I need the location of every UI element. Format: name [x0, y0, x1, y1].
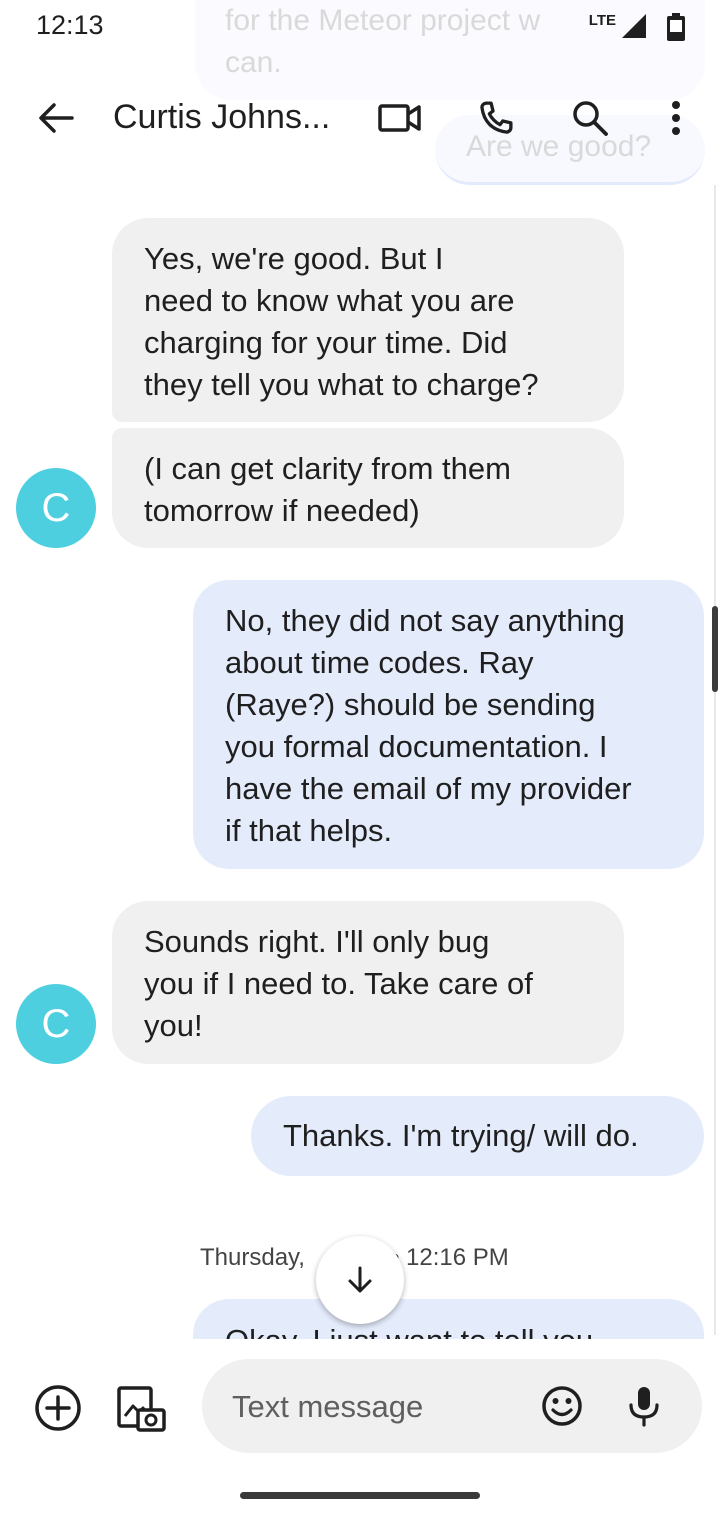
message-line: if that helps.	[225, 813, 393, 848]
add-circle-icon	[35, 1385, 81, 1431]
message-line: charging for your time. Did	[144, 325, 508, 360]
contact-name[interactable]: Curtis Johns...	[113, 98, 330, 137]
message-line: No, they did not say anything	[225, 603, 625, 638]
sent-message-bubble[interactable]: No, they did not say anything about time…	[193, 580, 704, 869]
message-line: have the email of my provider	[225, 771, 632, 806]
back-button[interactable]	[34, 96, 78, 140]
received-message-bubble[interactable]: Yes, we're good. But I need to know what…	[112, 218, 624, 422]
message-line: tomorrow if needed)	[144, 493, 420, 528]
received-message-bubble[interactable]: (I can get clarity from them tomorrow if…	[112, 428, 624, 548]
gallery-camera-icon	[117, 1386, 166, 1432]
message-line: Thanks. I'm trying/ will do.	[283, 1118, 639, 1153]
more-vert-icon	[672, 101, 680, 135]
voice-input-button[interactable]	[622, 1384, 666, 1428]
home-indicator[interactable]	[240, 1492, 480, 1499]
message-line: need to know what you are	[144, 283, 515, 318]
status-icons: LTE	[589, 12, 686, 42]
status-bar: 12:13 LTE	[0, 0, 720, 56]
scrollbar-track	[714, 185, 716, 1335]
message-line: about time codes. Ray	[225, 645, 534, 680]
signal-icon	[622, 14, 646, 38]
video-call-button[interactable]	[376, 94, 424, 142]
contact-avatar[interactable]: C	[16, 468, 96, 548]
received-message-bubble[interactable]: Sounds right. I'll only bug you if I nee…	[112, 901, 624, 1064]
message-input[interactable]: Text message	[202, 1359, 702, 1453]
contact-avatar[interactable]: C	[16, 984, 96, 1064]
avatar-letter: C	[41, 1001, 71, 1046]
message-line: you formal documentation. I	[225, 729, 608, 764]
battery-icon	[667, 13, 685, 41]
date-separator-day: Thursday,	[200, 1244, 305, 1271]
more-options-button[interactable]	[652, 94, 700, 142]
message-line: you!	[144, 1008, 203, 1043]
search-icon	[573, 101, 608, 136]
back-arrow-icon	[39, 103, 74, 133]
scroll-to-bottom-button[interactable]	[316, 1236, 404, 1324]
emoji-icon	[542, 1386, 582, 1426]
message-input-placeholder: Text message	[232, 1389, 424, 1424]
date-separator-time: • 12:16 PM	[390, 1244, 509, 1271]
avatar-letter: C	[41, 485, 71, 530]
sent-message-bubble[interactable]: Okay. I just want to tell you	[193, 1299, 704, 1339]
arrow-down-icon	[348, 1266, 372, 1293]
gallery-button[interactable]	[116, 1382, 168, 1434]
message-line: they tell you what to charge?	[144, 367, 539, 402]
network-type: LTE	[588, 12, 616, 29]
emoji-button[interactable]	[540, 1384, 584, 1428]
microphone-icon	[629, 1387, 659, 1427]
app-bar: Curtis Johns...	[0, 78, 720, 158]
message-line: (Raye?) should be sending	[225, 687, 596, 722]
video-call-icon	[378, 104, 421, 132]
status-time: 12:13	[36, 10, 104, 40]
phone-icon	[480, 101, 513, 134]
scrollbar-thumb[interactable]	[712, 606, 718, 692]
sent-message-bubble[interactable]: Thanks. I'm trying/ will do.	[251, 1096, 704, 1176]
message-line: you if I need to. Take care of	[144, 966, 533, 1001]
add-attachment-button[interactable]	[34, 1384, 82, 1432]
message-line: Sounds right. I'll only bug	[144, 924, 490, 959]
search-button[interactable]	[566, 94, 614, 142]
message-line: Okay. I just want to tell you	[225, 1320, 593, 1339]
message-line: (I can get clarity from them	[144, 451, 511, 486]
phone-call-button[interactable]	[472, 94, 520, 142]
message-line: Yes, we're good. But I	[144, 241, 444, 276]
